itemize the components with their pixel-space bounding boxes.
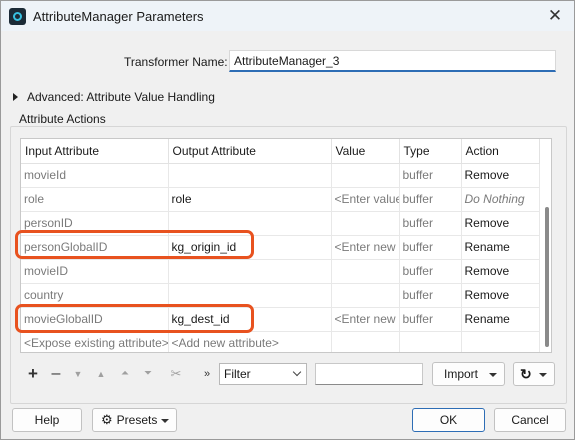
title-bar: AttributeManager Parameters ✕	[1, 1, 574, 31]
value-cell[interactable]	[331, 283, 400, 308]
action-cell[interactable]: Do Nothing	[461, 187, 540, 212]
action-cell[interactable]: Rename	[461, 235, 540, 260]
table-header-row: Input Attribute Output Attribute Value T…	[21, 139, 540, 164]
add-attribute-cell[interactable]: <Add new attribute>	[168, 331, 332, 352]
plus-icon[interactable]: +	[24, 364, 42, 384]
action-cell	[461, 331, 540, 352]
gear-icon: ⚙	[101, 412, 113, 427]
window-title: AttributeManager Parameters	[33, 9, 204, 24]
import-button[interactable]: Import	[432, 362, 505, 386]
help-button-label: Help	[34, 413, 60, 427]
action-cell[interactable]: Remove	[461, 163, 540, 188]
chevron-down-icon	[292, 367, 302, 377]
expose-attribute-cell[interactable]: <Expose existing attribute>	[21, 331, 169, 352]
value-cell[interactable]	[331, 211, 400, 236]
caret-down-icon	[539, 373, 547, 377]
type-cell: buffer	[399, 187, 462, 212]
more-options-icon[interactable]: »	[200, 364, 214, 384]
table-toolbar: + – ▼ ▲ ⏶ ⏷ ✂ » Filter Import ↻	[20, 362, 560, 388]
table-row[interactable]: movieId buffer Remove	[21, 163, 540, 188]
close-icon[interactable]: ✕	[544, 5, 566, 27]
cancel-button-label: Cancel	[511, 413, 549, 427]
col-value[interactable]: Value	[331, 139, 400, 164]
type-cell: buffer	[399, 211, 462, 236]
table-row[interactable]: <Expose existing attribute> <Add new att…	[21, 331, 540, 352]
value-cell[interactable]: <Enter new v	[331, 307, 400, 332]
value-cell[interactable]	[331, 163, 400, 188]
dialog-body: Transformer Name: Advanced: Attribute Va…	[1, 31, 574, 439]
type-cell: buffer	[399, 307, 462, 332]
cancel-button[interactable]: Cancel	[494, 408, 566, 432]
col-type[interactable]: Type	[399, 139, 462, 164]
cut-icon[interactable]: ✂	[168, 364, 184, 384]
value-cell[interactable]: <Enter value	[331, 187, 400, 212]
move-bottom-icon[interactable]: ⏷	[140, 364, 156, 384]
expand-triangle-icon[interactable]	[13, 93, 18, 101]
output-attribute-cell[interactable]	[168, 259, 332, 284]
col-action[interactable]: Action	[461, 139, 540, 164]
value-cell	[331, 331, 400, 352]
type-cell: buffer	[399, 283, 462, 308]
input-attribute-cell[interactable]: role	[21, 187, 169, 212]
caret-down-icon	[161, 419, 169, 423]
presets-button-label: Presets	[116, 413, 158, 427]
caret-down-icon	[489, 373, 497, 377]
transformer-name-input[interactable]	[229, 50, 556, 72]
input-attribute-cell[interactable]: movieId	[21, 163, 169, 188]
advanced-section-label: Advanced: Attribute Value Handling	[27, 90, 215, 104]
highlight-box-person	[15, 230, 254, 259]
action-cell[interactable]: Remove	[461, 211, 540, 236]
minus-icon[interactable]: –	[47, 364, 65, 384]
highlight-box-movie	[15, 304, 254, 333]
filter-dropdown[interactable]: Filter	[219, 363, 307, 385]
move-top-icon[interactable]: ⏶	[117, 364, 133, 384]
type-cell: buffer	[399, 235, 462, 260]
advanced-section-toggle[interactable]: Advanced: Attribute Value Handling	[13, 90, 215, 104]
action-cell[interactable]: Remove	[461, 283, 540, 308]
refresh-icon: ↻	[520, 366, 532, 382]
table-row[interactable]: role role <Enter value buffer Do Nothing	[21, 187, 540, 212]
filter-dropdown-value: Filter	[224, 367, 251, 381]
move-down-icon[interactable]: ▼	[70, 364, 86, 384]
action-cell[interactable]: Remove	[461, 259, 540, 284]
action-cell[interactable]: Rename	[461, 307, 540, 332]
type-cell: buffer	[399, 163, 462, 188]
ok-button-label: OK	[439, 413, 458, 427]
value-cell[interactable]: <Enter new v	[331, 235, 400, 260]
import-button-label: Import	[444, 367, 479, 381]
type-cell: buffer	[399, 259, 462, 284]
value-cell[interactable]	[331, 259, 400, 284]
col-input-attribute[interactable]: Input Attribute	[21, 139, 169, 164]
output-attribute-cell[interactable]: role	[168, 187, 332, 212]
input-attribute-cell[interactable]: movieID	[21, 259, 169, 284]
refresh-button[interactable]: ↻	[513, 362, 555, 386]
attribute-actions-label: Attribute Actions	[18, 112, 107, 126]
dialog-window: AttributeManager Parameters ✕ Transforme…	[0, 0, 575, 440]
fme-app-icon	[9, 8, 26, 25]
col-output-attribute[interactable]: Output Attribute	[168, 139, 332, 164]
filter-text-input[interactable]	[315, 363, 423, 385]
output-attribute-cell[interactable]	[168, 163, 332, 188]
help-button[interactable]: Help	[12, 408, 82, 432]
type-cell	[399, 331, 462, 352]
table-row[interactable]: movieID buffer Remove	[21, 259, 540, 284]
transformer-name-label: Transformer Name:	[124, 55, 228, 69]
presets-button[interactable]: ⚙ Presets	[92, 408, 177, 432]
table-scrollbar[interactable]	[545, 207, 549, 347]
move-up-icon[interactable]: ▲	[93, 364, 109, 384]
ok-button[interactable]: OK	[412, 408, 485, 432]
